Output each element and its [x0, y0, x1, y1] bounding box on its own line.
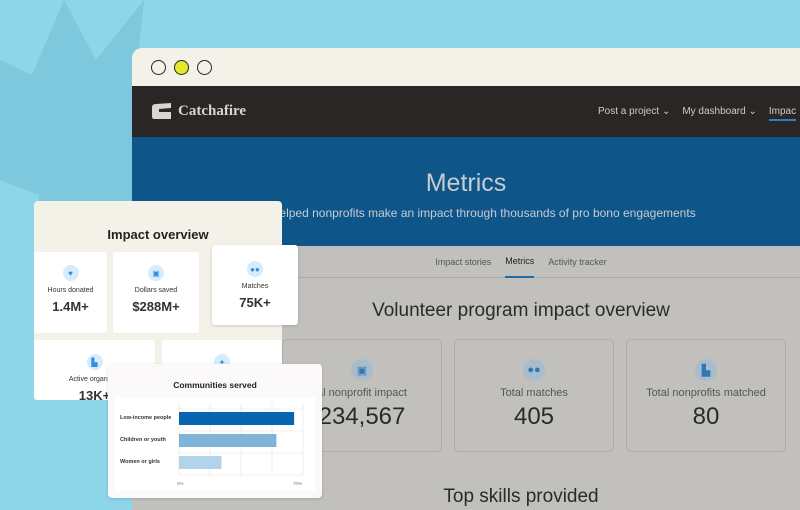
card-label: Dollars saved: [134, 287, 178, 294]
bar: [179, 412, 295, 425]
stat-card: ▙ Total nonprofits matched 80: [626, 339, 786, 452]
bar: [179, 456, 222, 469]
logo[interactable]: Catchafire: [150, 103, 246, 120]
communities-served-panel: Communities served Low-income people Chil…: [108, 364, 322, 498]
people-icon: ●●: [523, 359, 545, 381]
catchafire-logo-icon: [152, 103, 171, 119]
minimize-button[interactable]: [174, 59, 189, 75]
tab-metrics[interactable]: Metrics: [505, 246, 535, 278]
stat-label: Total nonprofits matched: [646, 387, 766, 399]
card-label: Hours donated: [47, 287, 94, 294]
stat-card: ●● Total matches 405: [454, 339, 614, 452]
category-label: Women or girls: [120, 459, 160, 465]
nav-impact[interactable]: Impac: [768, 106, 797, 121]
nav-label: Post a project: [598, 106, 660, 117]
hand-heart-icon: ♥: [62, 265, 79, 281]
tick-label: 0%: [177, 481, 184, 486]
building-icon: ▙: [695, 359, 717, 381]
top-nav: Catchafire Post a project ⌄ My dashboard…: [132, 86, 800, 137]
panel-title: Impact overview: [107, 227, 209, 242]
chevron-down-icon: ⌄: [661, 106, 671, 117]
money-icon: ▣: [148, 265, 164, 281]
nav-my-dashboard[interactable]: My dashboard ⌄: [682, 106, 757, 117]
card-value: $288M+: [132, 299, 180, 314]
overview-card-matches: ●● Matches 75K+: [212, 245, 298, 325]
maximize-button[interactable]: [197, 59, 212, 75]
communities-bar-chart: Low-income people Children or youth Women …: [120, 403, 304, 486]
card-value: 75K+: [239, 295, 271, 310]
page-title: Metrics: [425, 169, 507, 197]
nav-label: My dashboard: [682, 106, 746, 117]
stat-label: Total matches: [500, 387, 568, 399]
tab-impact-stories[interactable]: Impact stories: [435, 246, 491, 278]
close-button[interactable]: [151, 59, 166, 75]
title-bar: [132, 48, 800, 86]
nav-post-project[interactable]: Post a project ⌄: [598, 106, 670, 117]
brand-name: Catchafire: [178, 103, 247, 119]
bar: [179, 434, 277, 447]
stat-value: 405: [513, 403, 555, 430]
building-icon: ▙: [86, 354, 103, 370]
money-icon: ▣: [351, 359, 373, 381]
tick-label: 70%: [293, 481, 302, 486]
card-label: Matches: [241, 283, 269, 290]
chart-title: Communities served: [173, 380, 257, 390]
category-label: Children or youth: [120, 437, 166, 443]
category-label: Low-income people: [120, 415, 171, 421]
overview-card: ♥ Hours donated 1.4M+: [34, 252, 107, 333]
card-value: 1.4M+: [52, 299, 89, 314]
people-icon: ●●: [247, 261, 263, 277]
chevron-down-icon: ⌄: [748, 106, 757, 117]
stat-value: 80: [692, 403, 720, 430]
overview-card: ▣ Dollars saved $288M+: [113, 252, 199, 333]
tab-activity-tracker[interactable]: Activity tracker: [548, 246, 607, 278]
